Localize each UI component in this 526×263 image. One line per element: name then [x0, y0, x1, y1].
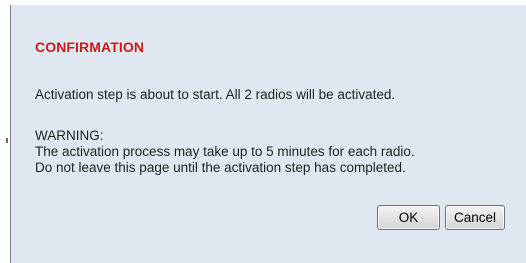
activation-message: Activation step is about to start. All 2… [35, 87, 396, 102]
dialog-buttons: OK Cancel [377, 205, 505, 230]
cancel-button[interactable]: Cancel [445, 205, 505, 230]
ok-button[interactable]: OK [377, 205, 440, 230]
warning-line-duration: The activation process may take up to 5 … [35, 144, 415, 159]
warning-line-stay-on-page: Do not leave this page until the activat… [35, 160, 406, 175]
warning-block: WARNING: The activation process may take… [35, 128, 415, 176]
window-edge-mark [6, 138, 8, 143]
dialog-title: CONFIRMATION [35, 39, 145, 55]
confirmation-dialog: CONFIRMATION Activation step is about to… [10, 5, 526, 263]
warning-heading: WARNING: [35, 128, 104, 143]
